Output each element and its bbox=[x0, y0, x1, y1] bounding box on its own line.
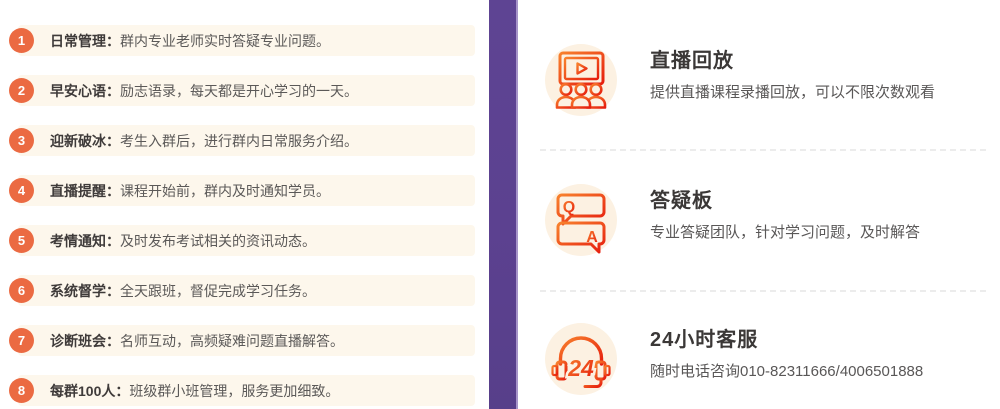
live-playback-icon bbox=[545, 44, 617, 116]
service-label: 直播提醒： bbox=[50, 181, 120, 201]
number-badge: 6 bbox=[9, 278, 34, 303]
badge-number: 6 bbox=[18, 283, 25, 298]
service-row: 5 考情通知：及时发布考试相关的资讯动态。 bbox=[18, 225, 475, 256]
badge-number: 2 bbox=[18, 83, 25, 98]
service-desc: 及时发布考试相关的资讯动态。 bbox=[120, 231, 316, 251]
badge-number: 3 bbox=[18, 133, 25, 148]
feature-card-live-playback: 直播回放 提供直播课程录播回放，可以不限次数观看 bbox=[545, 44, 935, 116]
badge-number: 8 bbox=[18, 383, 25, 398]
badge-number: 7 bbox=[18, 333, 25, 348]
service-row: 3 迎新破冰：考生入群后，进行群内日常服务介绍。 bbox=[18, 125, 475, 156]
dashed-separator bbox=[540, 290, 986, 292]
number-badge: 5 bbox=[9, 228, 34, 253]
number-badge: 2 bbox=[9, 78, 34, 103]
icon-letter-q: Q bbox=[563, 199, 575, 216]
purple-divider bbox=[489, 0, 516, 409]
service-desc: 群内专业老师实时答疑专业问题。 bbox=[120, 31, 330, 51]
service-row: 2 早安心语：励志语录，每天都是开心学习的一天。 bbox=[18, 75, 475, 106]
service-desc: 考生入群后，进行群内日常服务介绍。 bbox=[120, 131, 358, 151]
feature-card-24h-support: 24 24小时客服 随时电话咨询010-82311666/4006501888 bbox=[545, 323, 923, 395]
service-label: 迎新破冰： bbox=[50, 131, 120, 151]
number-badge: 4 bbox=[9, 178, 34, 203]
feature-title: 24小时客服 bbox=[650, 328, 923, 352]
purple-divider-edge bbox=[516, 0, 518, 409]
service-row: 4 直播提醒：课程开始前，群内及时通知学员。 bbox=[18, 175, 475, 206]
service-desc: 班级群小班管理，服务更加细致。 bbox=[129, 381, 339, 401]
service-desc: 课程开始前，群内及时通知学员。 bbox=[120, 181, 330, 201]
class-service-panel: 1 日常管理：群内专业老师实时答疑专业问题。 2 早安心语：励志语录，每天都是开… bbox=[0, 0, 1000, 409]
feature-title: 直播回放 bbox=[650, 49, 935, 73]
number-badge: 7 bbox=[9, 328, 34, 353]
number-badge: 3 bbox=[9, 128, 34, 153]
service-list: 1 日常管理：群内专业老师实时答疑专业问题。 2 早安心语：励志语录，每天都是开… bbox=[18, 25, 475, 409]
badge-number: 5 bbox=[18, 233, 25, 248]
service-label: 日常管理： bbox=[50, 31, 120, 51]
dashed-separator bbox=[540, 149, 986, 151]
badge-number: 1 bbox=[18, 33, 25, 48]
feature-title: 答疑板 bbox=[650, 189, 920, 213]
service-label: 考情通知： bbox=[50, 231, 120, 251]
24h-support-icon: 24 bbox=[545, 323, 617, 395]
qa-board-icon: Q A bbox=[545, 184, 617, 256]
service-row: 1 日常管理：群内专业老师实时答疑专业问题。 bbox=[18, 25, 475, 56]
service-desc: 名师互动，高频疑难问题直播解答。 bbox=[120, 331, 344, 351]
service-label: 早安心语： bbox=[50, 81, 120, 101]
service-row: 6 系统督学：全天跟班，督促完成学习任务。 bbox=[18, 275, 475, 306]
icon-text-24: 24 bbox=[567, 355, 594, 381]
number-badge: 8 bbox=[9, 378, 34, 403]
badge-number: 4 bbox=[18, 183, 25, 198]
service-label: 每群100人： bbox=[50, 381, 129, 401]
feature-desc: 专业答疑团队，针对学习问题，及时解答 bbox=[650, 223, 920, 243]
service-label: 诊断班会： bbox=[50, 331, 120, 351]
service-desc: 全天跟班，督促完成学习任务。 bbox=[120, 281, 316, 301]
service-label: 系统督学： bbox=[50, 281, 120, 301]
number-badge: 1 bbox=[9, 28, 34, 53]
service-row: 8 每群100人：班级群小班管理，服务更加细致。 bbox=[18, 375, 475, 406]
service-desc: 励志语录，每天都是开心学习的一天。 bbox=[120, 81, 358, 101]
icon-letter-a: A bbox=[586, 229, 598, 246]
feature-desc: 提供直播课程录播回放，可以不限次数观看 bbox=[650, 83, 935, 103]
feature-desc: 随时电话咨询010-82311666/4006501888 bbox=[650, 362, 923, 382]
service-row: 7 诊断班会：名师互动，高频疑难问题直播解答。 bbox=[18, 325, 475, 356]
feature-card-qa-board: Q A 答疑板 专业答疑团队，针对学习问题，及时解答 bbox=[545, 184, 920, 256]
